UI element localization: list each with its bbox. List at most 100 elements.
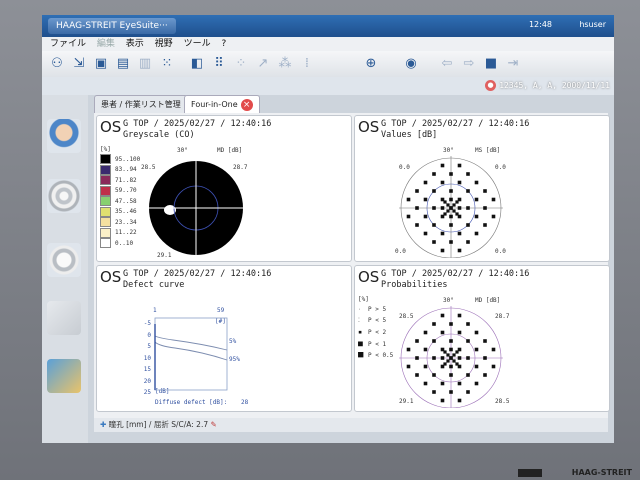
field-point [406,364,411,369]
greyscale-legend: 95..100 83..94 71..82 59..70 47..58 35..46 23.… [100,154,140,249]
stop-icon[interactable]: ■ [482,55,500,73]
field-point [432,322,436,326]
field-point [483,373,487,377]
field-point [474,347,479,352]
legend-unit: [%] [100,146,111,153]
field-point [440,248,445,253]
dots-icon[interactable]: ⠿ [210,55,228,73]
legend-swatch [100,175,111,186]
legend-symbol: · [358,307,362,313]
brand-logo-mark [518,469,542,477]
central-point [455,200,459,204]
legend-label: 0..10 [115,239,134,247]
status-text: 瞳孔 [mm] / 屈折 S/C/A: 2.7 [108,420,209,429]
legend-item: ▪ P < 2 [358,328,393,339]
field-point [457,163,462,168]
forward-arrow-icon[interactable]: ⇨ [460,55,478,73]
field-point [483,223,487,227]
field-point [483,189,487,193]
central-point [443,200,447,204]
greyscale-panel[interactable]: OS G TOP / 2025/02/27 / 12:40:16 Greysca… [96,115,352,262]
y-tick: 20 [143,377,151,385]
user-name[interactable]: hsuser [579,20,606,29]
back-arrow-icon[interactable]: ⇦ [438,55,456,73]
field-point [449,223,453,227]
field-point [449,339,453,343]
zoom-icon[interactable]: ⊕ [362,55,380,73]
legend-swatch [100,217,111,228]
field-point [457,206,462,210]
field-point [491,197,496,202]
legend-symbol: ⁚ [358,317,360,324]
tab-patient-worklist[interactable]: 患者 / 作業リスト管理 [94,95,188,114]
menu-file[interactable]: ファイル [50,37,86,51]
legend-label: P < 0.5 [368,352,394,359]
skip-icon[interactable]: ⇥ [504,55,522,73]
legend-unit: [%] [358,296,369,303]
tab-four-in-one[interactable]: Four-in-One × [184,95,260,114]
field-point [466,172,470,176]
field-point [432,356,436,360]
values-panel[interactable]: OS G TOP / 2025/02/27 / 12:40:16 Values … [354,115,610,262]
close-icon[interactable]: × [240,98,253,111]
field-point [466,339,470,343]
pattern-icon[interactable]: ⁘ [232,55,250,73]
field-point [466,189,470,193]
print-icon[interactable]: ▤ [114,55,132,73]
trend-icon[interactable]: ↗ [254,55,272,73]
patient-icon[interactable]: ⚇ [48,55,66,73]
central-point [443,212,447,216]
open-icon[interactable]: ⇲ [70,55,88,73]
display-icon[interactable]: ◧ [188,55,206,73]
field-point [440,356,445,360]
probabilities-panel[interactable]: OS G TOP / 2025/02/27 / 12:40:16 Probabi… [354,265,610,412]
field-point [474,197,479,202]
legend-swatch [100,185,111,196]
central-point [449,206,453,210]
device-button[interactable] [47,243,81,277]
plot-frame [154,317,228,391]
patient-info: 12345, A, A, 2000/11/11 [499,81,610,90]
field-point [415,356,419,360]
menu-view[interactable]: 表示 [126,37,144,51]
folder-button[interactable] [47,301,81,335]
field-point [457,330,462,335]
analysis-button[interactable] [47,359,81,393]
exam-header: G TOP / 2025/02/27 / 12:40:16 [381,269,530,279]
defect-curve-panel[interactable]: OS G TOP / 2025/02/27 / 12:40:16 Defect … [96,265,352,412]
window-title[interactable]: HAAG-STREIT EyeSuite··· [48,18,176,34]
menu-help[interactable]: ? [221,37,226,51]
patient-avatar-button[interactable] [47,119,81,153]
list-icon[interactable]: ▥ [136,55,154,73]
legend-item: ⁚ P < 5 [358,317,393,328]
field-point [483,206,487,210]
eye-icon[interactable]: ◉ [402,55,420,73]
field-point [449,189,453,193]
legend-item: 0..10 [100,238,140,249]
legend-symbol: ■ [358,339,363,348]
field-point [457,248,462,253]
field-point [474,180,479,185]
field-point [423,180,428,185]
edit-icon[interactable]: ✎ [211,420,217,429]
perimetry-button[interactable] [47,179,81,213]
legend-item: 35..46 [100,206,140,218]
panel-subtitle: Values [dB] [381,130,438,140]
legend-item: 47..58 [100,196,140,207]
exam-header: G TOP / 2025/02/27 / 12:40:16 [123,269,272,279]
field-point [432,223,436,227]
menu-tools[interactable]: ツール [184,37,211,51]
menu-perimetry[interactable]: 視野 [155,37,173,51]
greyscale-field [142,159,250,256]
series-icon[interactable]: ⁞ [298,55,316,73]
grid-icon[interactable]: ⁙ [158,55,176,73]
field-point [466,356,470,360]
menu-edit[interactable]: 編集 [97,37,115,51]
cluster-icon[interactable]: ⁂ [276,55,294,73]
central-point [455,212,459,216]
field-point [423,330,428,335]
save-icon[interactable]: ▣ [92,55,110,73]
panel-subtitle: Greyscale (CO) [123,130,195,140]
plus-icon[interactable]: ✚ [100,420,106,429]
legend-label: P < 5 [368,317,387,324]
